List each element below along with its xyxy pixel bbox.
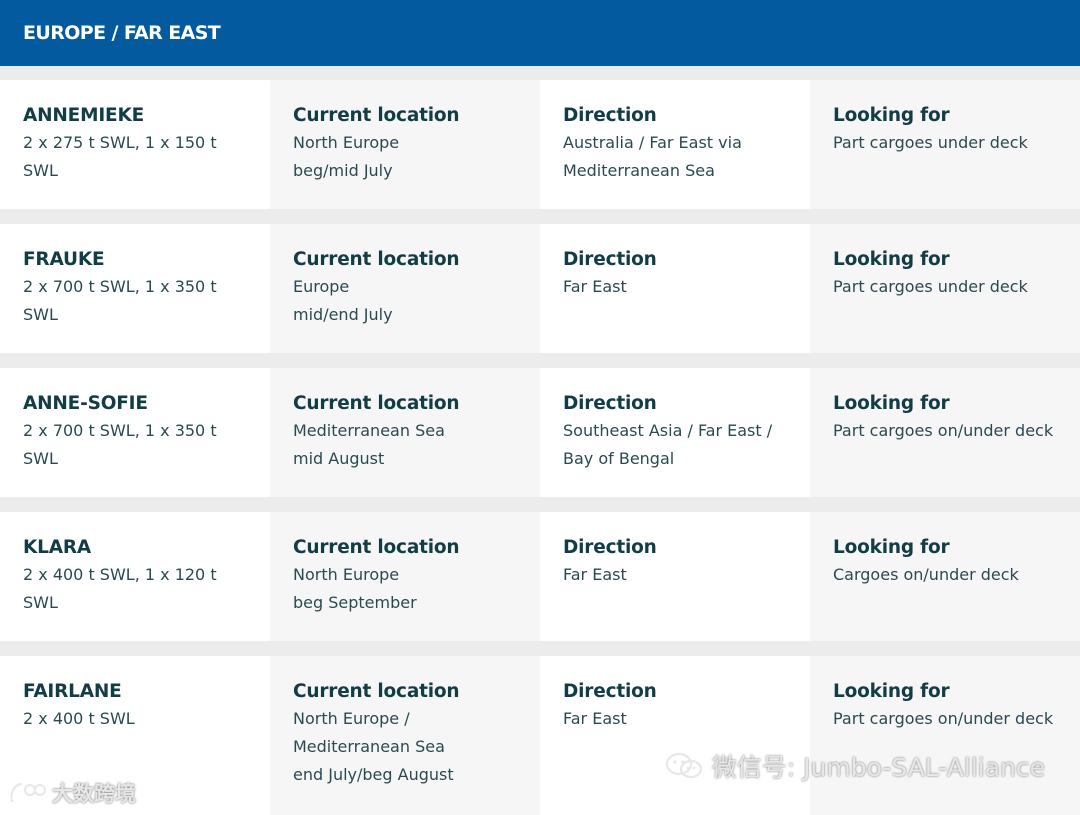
location-heading: Current location bbox=[293, 537, 460, 558]
looking-for-cell: Looking for Part cargoes under deck bbox=[810, 80, 1080, 209]
vessel-line: 2 x 400 t SWL, 1 x 120 t bbox=[23, 565, 217, 584]
direction-line: Far East bbox=[563, 277, 627, 296]
location-line: Europe bbox=[293, 277, 350, 296]
location-cell: Current location North Europe beg Septembe… bbox=[270, 512, 540, 641]
looking-for-heading: Looking for bbox=[833, 249, 950, 270]
direction-cell: Direction Australia / Far East via Mediter… bbox=[540, 80, 810, 209]
looking-for-line: Part cargoes on/under deck bbox=[833, 709, 1054, 728]
vessel-line: 2 x 400 t SWL bbox=[23, 709, 135, 728]
direction-line: Southeast Asia / Far East / bbox=[563, 421, 773, 440]
direction-line: Bay of Bengal bbox=[563, 449, 675, 468]
vessel-cell: ANNE-SOFIE 2 x 700 t SWL, 1 x 350 t SWL bbox=[0, 368, 270, 497]
bigdata-watermark-text: 大数跨境 bbox=[52, 782, 136, 806]
vessel-name: ANNE-SOFIE bbox=[23, 393, 148, 414]
looking-for-heading: Looking for bbox=[833, 681, 950, 702]
looking-for-heading: Looking for bbox=[833, 537, 950, 558]
location-line: mid August bbox=[293, 449, 385, 468]
looking-for-line: Cargoes on/under deck bbox=[833, 565, 1019, 584]
vessel-line: SWL bbox=[23, 593, 58, 612]
looking-for-cell: Looking for Part cargoes on/under deck bbox=[810, 656, 1080, 815]
direction-heading: Direction bbox=[563, 393, 657, 414]
vessel-row: FAIRLANE 2 x 400 t SWL Current location Nor… bbox=[0, 656, 1080, 815]
vessel-cell: KLARA 2 x 400 t SWL, 1 x 120 t SWL bbox=[0, 512, 270, 641]
location-heading: Current location bbox=[293, 105, 460, 126]
looking-for-cell: Looking for Part cargoes under deck bbox=[810, 224, 1080, 353]
looking-for-heading: Looking for bbox=[833, 105, 950, 126]
vessel-name: ANNEMIEKE bbox=[23, 105, 145, 126]
location-heading: Current location bbox=[293, 393, 460, 414]
vessel-list: ANNEMIEKE 2 x 275 t SWL, 1 x 150 t SWL Curr… bbox=[0, 80, 1080, 815]
direction-heading: Direction bbox=[563, 105, 657, 126]
direction-heading: Direction bbox=[563, 249, 657, 270]
location-cell: Current location North Europe / Mediterran… bbox=[270, 656, 540, 815]
direction-cell: Direction Far East bbox=[540, 512, 810, 641]
location-line: beg/mid July bbox=[293, 161, 393, 180]
vessel-row: ANNEMIEKE 2 x 275 t SWL, 1 x 150 t SWL Curr… bbox=[0, 80, 1080, 209]
bigdata-watermark: 大数跨境 bbox=[8, 778, 136, 808]
location-line: Mediterranean Sea bbox=[293, 421, 445, 440]
vessel-line: 2 x 700 t SWL, 1 x 350 t bbox=[23, 277, 217, 296]
looking-for-heading: Looking for bbox=[833, 393, 950, 414]
direction-heading: Direction bbox=[563, 537, 657, 558]
vessel-cell: FRAUKE 2 x 700 t SWL, 1 x 350 t SWL bbox=[0, 224, 270, 353]
location-heading: Current location bbox=[293, 681, 460, 702]
vessel-name: KLARA bbox=[23, 537, 92, 558]
direction-cell: Direction Southeast Asia / Far East / Bay … bbox=[540, 368, 810, 497]
location-line: beg September bbox=[293, 593, 417, 612]
location-line: North Europe bbox=[293, 565, 400, 584]
location-heading: Current location bbox=[293, 249, 460, 270]
vessel-row: KLARA 2 x 400 t SWL, 1 x 120 t SWL Current … bbox=[0, 512, 1080, 641]
looking-for-line: Part cargoes on/under deck bbox=[833, 421, 1054, 440]
vessel-row: FRAUKE 2 x 700 t SWL, 1 x 350 t SWL Current… bbox=[0, 224, 1080, 353]
direction-line: Far East bbox=[563, 565, 627, 584]
location-line: mid/end July bbox=[293, 305, 393, 324]
vessel-line: SWL bbox=[23, 449, 58, 468]
vessel-row: ANNE-SOFIE 2 x 700 t SWL, 1 x 350 t SWL Cur… bbox=[0, 368, 1080, 497]
direction-cell: Direction Far East bbox=[540, 656, 810, 815]
direction-heading: Direction bbox=[563, 681, 657, 702]
looking-for-line: Part cargoes under deck bbox=[833, 133, 1028, 152]
page: EUROPE / FAR EAST ANNEMIEKE 2 x 275 t SWL… bbox=[0, 0, 1080, 815]
location-line: North Europe bbox=[293, 133, 400, 152]
location-line: Mediterranean Sea bbox=[293, 737, 445, 756]
bigdata-logo-icon bbox=[10, 783, 46, 803]
direction-line: Australia / Far East via bbox=[563, 133, 742, 152]
wechat-watermark: 微信号: Jumbo-SAL-Alliance bbox=[664, 748, 1045, 784]
vessel-line: SWL bbox=[23, 161, 58, 180]
section-title: EUROPE / FAR EAST bbox=[23, 22, 221, 44]
looking-for-cell: Looking for Part cargoes on/under deck bbox=[810, 368, 1080, 497]
location-line: North Europe / bbox=[293, 709, 410, 728]
location-line: end July/beg August bbox=[293, 765, 454, 784]
vessel-line: 2 x 275 t SWL, 1 x 150 t bbox=[23, 133, 217, 152]
vessel-name: FRAUKE bbox=[23, 249, 105, 270]
direction-line: Mediterranean Sea bbox=[563, 161, 715, 180]
direction-line: Far East bbox=[563, 709, 627, 728]
looking-for-line: Part cargoes under deck bbox=[833, 277, 1028, 296]
vessel-name: FAIRLANE bbox=[23, 681, 122, 702]
location-cell: Current location Mediterranean Sea mid Aug… bbox=[270, 368, 540, 497]
vessel-line: SWL bbox=[23, 305, 58, 324]
wechat-icon bbox=[665, 752, 702, 779]
location-cell: Current location North Europe beg/mid July bbox=[270, 80, 540, 209]
vessel-cell: ANNEMIEKE 2 x 275 t SWL, 1 x 150 t SWL bbox=[0, 80, 270, 209]
watermark-text: 微信号: Jumbo-SAL-Alliance bbox=[711, 753, 1045, 782]
location-cell: Current location Europe mid/end July bbox=[270, 224, 540, 353]
direction-cell: Direction Far East bbox=[540, 224, 810, 353]
section-header: EUROPE / FAR EAST bbox=[0, 0, 1080, 66]
vessel-line: 2 x 700 t SWL, 1 x 350 t bbox=[23, 421, 217, 440]
looking-for-cell: Looking for Cargoes on/under deck bbox=[810, 512, 1080, 641]
